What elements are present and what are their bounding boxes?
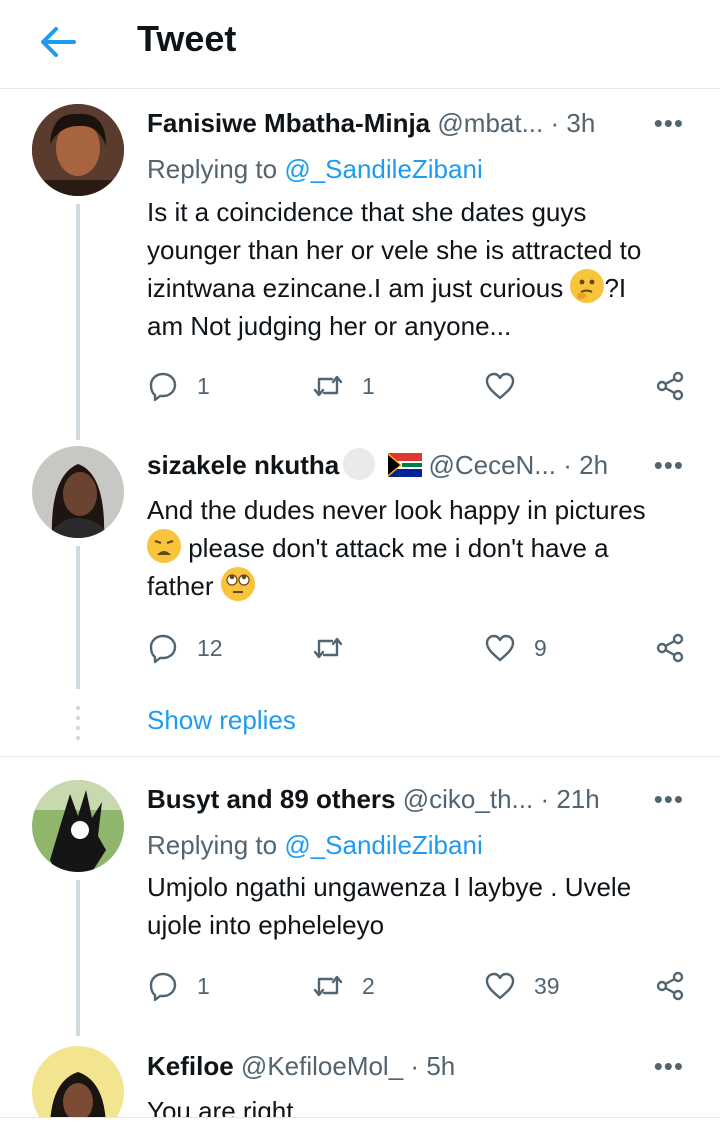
tweet[interactable]: sizakele nkutha @CeceN... · 2h ••• And t… [0,444,720,744]
reply-count: 12 [197,634,223,661]
tweet[interactable]: Fanisiwe Mbatha-Minja @mbat... · 3h ••• … [0,100,720,445]
text-line-with-emoji: please don't attack me i don't have a [147,529,692,567]
timestamp[interactable]: 5h [426,1051,455,1081]
avatar[interactable] [32,104,124,196]
replying-prefix: Replying to [147,830,285,860]
tweet-actions: 12 9 [0,628,720,668]
share-button[interactable] [654,628,686,668]
more-options-icon[interactable]: ••• [654,447,684,483]
separator: · [550,108,560,138]
thread-line [76,880,80,1036]
more-options-icon[interactable]: ••• [654,781,684,817]
author-handle[interactable]: @KefiloeMol_ [241,1051,403,1081]
like-button[interactable] [484,366,534,406]
heart-icon [485,372,515,400]
like-count: 9 [534,634,547,661]
retweet-count: 2 [362,972,375,999]
page-title: Tweet [137,18,237,59]
separator: · [540,784,550,814]
text-line: Is it a coincidence that she dates guys [147,197,587,227]
text-line: And the dudes never look happy in pictur… [147,495,646,525]
reply-count: 1 [197,972,210,999]
author-handle[interactable]: @mbat... [437,108,543,138]
tweet-text: Is it a coincidence that she dates guys … [147,193,692,345]
tweet-header: sizakele nkutha @CeceN... · 2h [147,445,692,485]
tweet[interactable]: Busyt and 89 others @ciko_th... · 21h ••… [0,778,720,1038]
retweet-icon [313,975,343,997]
reply-button[interactable]: 12 [147,628,223,668]
text-line-with-emoji: father [147,567,692,605]
reply-icon [149,372,177,402]
retweet-button[interactable]: 1 [312,366,375,406]
back-arrow-icon[interactable] [38,24,78,60]
like-count: 39 [534,972,560,999]
tweet-text: And the dudes never look happy in pictur… [147,491,692,605]
eye-roll-face-icon [220,567,255,601]
more-options-icon[interactable]: ••• [654,105,684,141]
replying-to: Replying to @_SandileZibani [147,154,483,185]
author-name[interactable]: sizakele nkutha [147,450,339,480]
tweet-header: Busyt and 89 others @ciko_th... · 21h [147,779,692,819]
reply-icon [149,634,177,664]
divider [0,756,720,757]
bottom-edge [0,1117,720,1132]
tweet-actions: 1 1 [0,366,720,406]
heart-icon [485,972,515,1000]
timestamp[interactable]: 3h [566,108,595,138]
author-handle[interactable]: @CeceN... [428,450,556,480]
author-name[interactable]: Busyt and 89 others [147,784,396,814]
replying-to: Replying to @_SandileZibani [147,830,483,861]
retweet-button[interactable]: 2 [312,966,375,1006]
timestamp[interactable]: 21h [556,784,599,814]
like-button[interactable]: 9 [484,628,547,668]
retweet-icon [313,637,343,659]
share-button[interactable] [654,966,686,1006]
share-icon [656,971,684,1001]
thread-dots [76,706,80,746]
text-line: ujole into epheleleyo [147,910,385,940]
more-options-icon[interactable]: ••• [654,1048,684,1084]
tweet-header: Fanisiwe Mbatha-Minja @mbat... · 3h [147,103,692,143]
avatar[interactable] [32,446,124,538]
share-icon [656,371,684,401]
separator: · [410,1051,420,1081]
text-line: Umjolo ngathi ungawenza I laybye . Uvele [147,872,632,902]
text-line-with-emoji: izintwana ezincane.I am just curious ?I [147,269,692,307]
tweet-text: Umjolo ngathi ungawenza I laybye . Uvele… [147,868,692,944]
top-bar: Tweet [0,0,720,89]
like-button[interactable]: 39 [484,966,560,1006]
reply-button[interactable]: 1 [147,366,210,406]
tweet-header: Kefiloe @KefiloeMol_ · 5h [147,1046,692,1086]
circle-emoji-icon [343,448,376,480]
reply-button[interactable]: 1 [147,966,210,1006]
tweet-actions: 1 2 39 [0,966,720,1006]
author-name[interactable]: Kefiloe [147,1051,234,1081]
mention-link[interactable]: @_SandileZibani [284,830,482,860]
show-replies-link[interactable]: Show replies [147,705,296,736]
heart-icon [485,634,515,662]
weary-face-icon [147,529,181,563]
thinking-face-icon [570,269,605,303]
replying-prefix: Replying to [147,154,285,184]
author-handle[interactable]: @ciko_th... [403,784,533,814]
text-line: younger than her or vele she is attracte… [147,235,642,265]
share-icon [656,633,684,663]
south-africa-flag-icon [388,453,423,477]
retweet-icon [313,375,343,397]
share-button[interactable] [654,366,686,406]
text-line: am Not judging her or anyone... [147,311,512,341]
retweet-button[interactable] [312,628,362,668]
mention-link[interactable]: @_SandileZibani [284,154,482,184]
retweet-count: 1 [362,372,375,399]
reply-icon [149,972,177,1002]
separator: · [563,450,572,480]
reply-count: 1 [197,372,210,399]
avatar[interactable] [32,780,124,872]
timestamp[interactable]: 2h [579,450,608,480]
author-name[interactable]: Fanisiwe Mbatha-Minja [147,108,430,138]
